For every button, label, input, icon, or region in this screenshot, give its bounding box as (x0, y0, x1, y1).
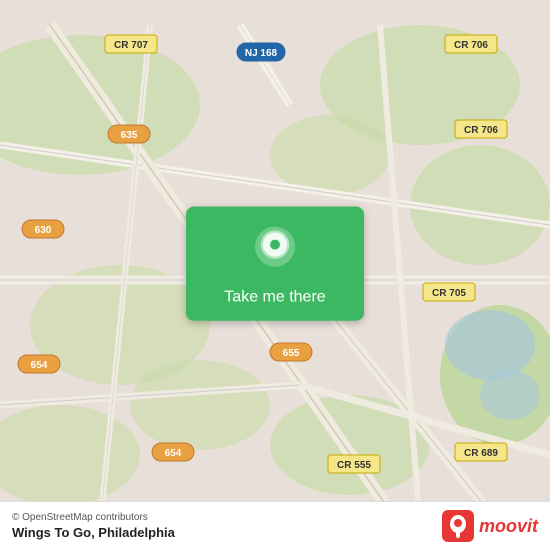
svg-text:NJ 168: NJ 168 (245, 48, 278, 59)
location-name: Wings To Go, Philadelphia (12, 525, 175, 540)
svg-text:CR 705: CR 705 (432, 288, 466, 299)
svg-text:630: 630 (35, 225, 52, 236)
location-pin-icon (253, 225, 297, 269)
moovit-logo-text: moovit (479, 516, 538, 537)
moovit-logo: moovit (442, 510, 538, 542)
pin-area (186, 207, 364, 281)
svg-text:CR 706: CR 706 (454, 40, 488, 51)
map-attribution: © OpenStreetMap contributors (12, 512, 175, 523)
take-me-there-button[interactable]: Take me there (186, 207, 364, 321)
svg-text:654: 654 (31, 360, 48, 371)
svg-text:655: 655 (283, 348, 300, 359)
svg-text:654: 654 (165, 448, 182, 459)
bottom-bar: © OpenStreetMap contributors Wings To Go… (0, 501, 550, 550)
svg-text:CR 689: CR 689 (464, 448, 498, 459)
bottom-left: © OpenStreetMap contributors Wings To Go… (12, 512, 175, 540)
take-me-there-label: Take me there (186, 281, 364, 321)
svg-text:CR 707: CR 707 (114, 40, 148, 51)
map-container: CR 707 NJ 168 CR 706 CR 706 635 630 654 … (0, 0, 550, 550)
svg-text:CR 706: CR 706 (464, 125, 498, 136)
svg-text:CR 555: CR 555 (337, 460, 371, 471)
svg-text:635: 635 (121, 130, 138, 141)
moovit-icon (442, 510, 474, 542)
